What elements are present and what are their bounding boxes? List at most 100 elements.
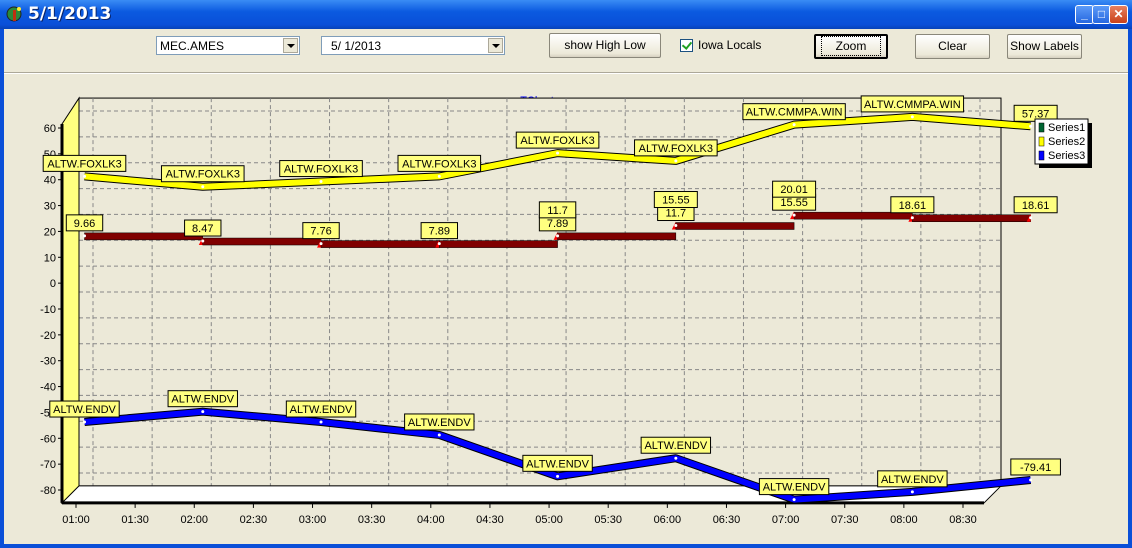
y-tick-label: -40 [40,382,56,394]
data-label-text: ALTW.CMMPA.WIN [746,107,843,119]
series1-point [1029,216,1033,220]
x-tick-label: 05:00 [535,514,563,526]
legend-swatch-series2 [1038,136,1045,147]
y-tick-label: 0 [50,278,56,290]
series2-point [674,159,678,163]
clear-button[interactable]: Clear [915,34,990,59]
series3-point [83,420,86,424]
series2-point [201,185,205,189]
series1-point [556,234,560,238]
x-tick-label: 01:30 [121,514,149,526]
data-label-text: 8.47 [192,223,213,235]
y-tick-label: 40 [44,175,56,187]
legend-swatch-series1 [1038,122,1045,133]
show-high-low-button[interactable]: show High Low [549,33,661,58]
series2-label: ALTW.FOXLK3 [634,139,718,157]
series2-label: ALTW.FOXLK3 [42,154,127,172]
chevron-down-icon[interactable] [488,38,503,53]
data-label-text: ALTW.FOXLK3 [520,135,594,147]
series1-label: 7.76 [302,222,340,240]
data-label-text: 9.66 [74,218,95,230]
data-label-text: 18.61 [1022,200,1050,212]
data-label-text: 15.55 [780,197,808,209]
data-label-text: 7.89 [429,226,450,238]
data-label-text: ALTW.FOXLK3 [402,158,476,170]
series2-point [910,115,914,119]
data-label-text: ALTW.ENDV [53,404,116,416]
data-label-text: 7.89 [547,218,568,230]
series3-point [910,490,914,494]
series1-step [439,240,558,248]
series1-stacked-label: 20.01 [772,180,817,198]
series3-label: -79.41 [1010,458,1061,476]
series2-label: ALTW.CMMPA.WIN [742,103,846,121]
x-axis: 01:00 01:30 02:00 02:30 03:00 03:30 04:00 04:30… [62,501,984,526]
data-label-text: ALTW.ENDV [526,458,589,470]
data-label-text: ALTW.FOXLK3 [284,164,358,176]
series3-point [556,474,560,478]
x-tick-label: 02:00 [181,514,209,526]
series1-point [201,239,205,243]
data-label-text: ALTW.FOXLK3 [639,143,713,155]
data-label-text: ALTW.CMMPA.WIN [864,99,961,111]
data-label-text: 11.7 [547,205,568,217]
y-tick-label: -60 [40,433,56,445]
tchart[interactable]: TChart 6050403020100-10-20-30-40-50-60-7… [4,74,1128,544]
x-tick-label: 04:30 [476,514,504,526]
x-tick-label: 08:00 [890,514,918,526]
minimize-icon: _ [1081,7,1088,21]
series1-step [912,214,1031,223]
x-tick-label: 01:00 [62,514,90,526]
series1-step [557,232,677,241]
x-tick-label: 06:30 [713,514,741,526]
title-bar[interactable]: 5/1/2013 _ □ ✕ [0,0,1132,29]
x-tick-label: 04:00 [417,514,445,526]
legend-label-series2: Series2 [1048,136,1085,148]
app-window: 5/1/2013 _ □ ✕ MEC.AMES 5/ 1/2013 show H… [0,0,1132,548]
series3-label: ALTW.ENDV [640,436,712,454]
series1-point [910,216,914,220]
x-tick-label: 07:30 [831,514,859,526]
series2-label: ALTW.CMMPA.WIN [860,95,965,113]
legend-label-series3: Series3 [1048,150,1085,162]
x-tick-label: 02:30 [240,514,268,526]
x-tick-label: 08:30 [949,514,977,526]
series3-label: ALTW.ENDV [285,400,357,418]
y-tick-label: -30 [40,356,56,368]
station-select[interactable]: MEC.AMES [156,36,300,55]
date-select[interactable]: 5/ 1/2013 [321,36,505,55]
series3-label: ALTW.ENDV [404,413,475,431]
data-label-text: -79.41 [1020,462,1051,474]
series3-label: ALTW.ENDV [758,478,830,496]
data-label-text: ALTW.ENDV [290,404,353,416]
data-label-text: ALTW.FOXLK3 [47,158,121,170]
x-tick-label: 03:30 [358,514,386,526]
data-label-text: 15.55 [662,195,690,207]
legend-swatch-series3 [1038,150,1045,161]
series3-point [1029,478,1033,482]
data-label-text: ALTW.ENDV [171,394,234,406]
series1-label: 9.66 [65,214,104,232]
series1-stacked-label: 11.7 [538,201,577,219]
series2-point [1029,124,1033,128]
x-tick-label: 05:30 [594,514,622,526]
iowa-locals-checkbox[interactable] [680,39,693,52]
series2-label: ALTW.FOXLK3 [279,160,363,178]
series1-step [675,222,795,230]
legend-label-series1: Series1 [1048,122,1085,134]
series2-label: ALTW.FOXLK3 [397,154,482,172]
series1-label: 7.89 [420,222,459,240]
series3-label: ALTW.ENDV [877,470,948,488]
zoom-button[interactable]: Zoom [814,34,888,59]
y-tick-label: 20 [44,226,56,238]
show-labels-button[interactable]: Show Labels [1007,34,1082,59]
series1-label: 8.47 [184,219,222,237]
close-button[interactable]: ✕ [1109,5,1128,24]
series3-label: ALTW.ENDV [167,390,238,408]
series1-step [320,240,440,248]
chevron-down-icon[interactable] [283,38,298,53]
series1-point [674,224,678,228]
station-select-value: MEC.AMES [160,39,225,53]
date-select-value: 5/ 1/2013 [331,39,382,53]
maximize-icon: □ [1097,7,1106,21]
